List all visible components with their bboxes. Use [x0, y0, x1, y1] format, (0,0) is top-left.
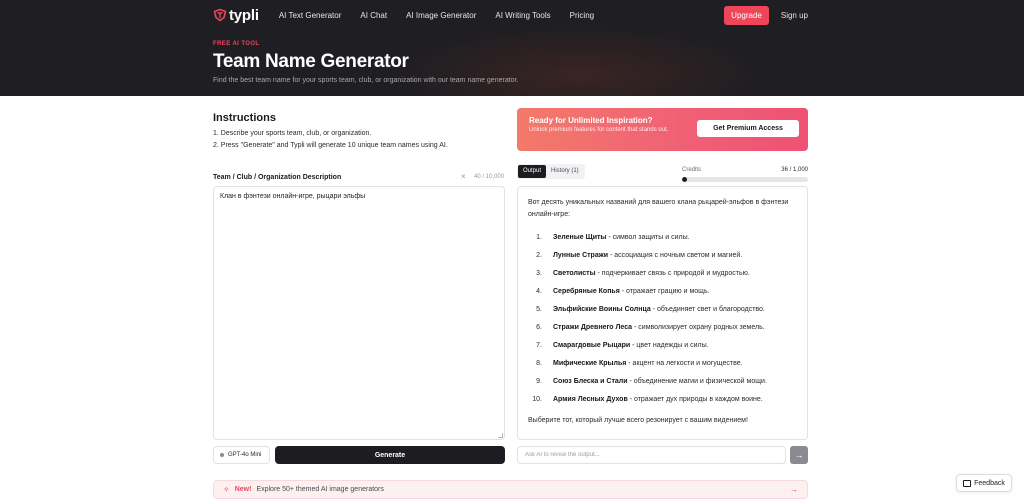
- nav-link-ai-writing-tools[interactable]: AI Writing Tools: [495, 11, 550, 20]
- credits-progress-fill: [682, 177, 687, 182]
- banner-new-badge: New!: [234, 486, 252, 493]
- banner-text: Explore 50+ themed AI image generators: [256, 486, 384, 493]
- nav-link-ai-chat[interactable]: AI Chat: [360, 11, 387, 20]
- team-name-description: - отражает дух природы в каждом воине.: [627, 396, 763, 403]
- instruction-step: 1. Describe your sports team, club, or o…: [213, 130, 372, 137]
- list-item-number: 5.: [536, 306, 542, 313]
- list-item: 8. Мифические Крылья - акцент на легкости…: [528, 355, 797, 373]
- team-name-list: 1. Зеленые Щиты - символ защиты и силы. 2.…: [528, 229, 797, 409]
- team-name-description: - подчеркивает связь с природой и мудрос…: [595, 270, 750, 277]
- instructions-list: 1. Describe your sports team, club, or o…: [213, 128, 448, 152]
- team-name-description: - цвет надежды и силы.: [630, 342, 709, 349]
- list-item: 10. Армия Лесных Духов - отражает дух при…: [528, 391, 797, 409]
- list-item-number: 1.: [536, 234, 542, 241]
- team-name: Смарагдовые Рыцари: [553, 342, 631, 349]
- team-name: Стражи Древнего Леса: [553, 324, 633, 331]
- list-item-number: 6.: [536, 324, 542, 331]
- output-intro: Вот десять уникальных названий для вашег…: [528, 199, 789, 218]
- list-item-number: 10.: [532, 396, 542, 403]
- premium-promo-card: Ready for Unlimited Inspiration? Unlock …: [517, 108, 808, 151]
- hero-eyebrow: FREE AI TOOL: [213, 41, 260, 47]
- list-item-number: 8.: [536, 360, 542, 367]
- instructions-title: Instructions: [213, 112, 276, 124]
- list-item: 1. Зеленые Щиты - символ защиты и силы.: [528, 229, 797, 247]
- team-name-description: - объединяет свет и благородство.: [650, 306, 765, 313]
- promo-title: Ready for Unlimited Inspiration?: [529, 116, 653, 125]
- nav-link-ai-text-generator[interactable]: AI Text Generator: [279, 11, 342, 20]
- model-selector[interactable]: GPT-4o Mini: [213, 446, 270, 464]
- model-status-icon: [220, 453, 224, 457]
- signup-link[interactable]: Sign up: [781, 11, 808, 20]
- upgrade-button[interactable]: Upgrade: [724, 5, 769, 25]
- list-item-number: 7.: [536, 342, 542, 349]
- revise-send-button[interactable]: →: [790, 446, 808, 464]
- team-name-description: - ассоциация с ночным светом и магией.: [608, 252, 743, 259]
- list-item-number: 9.: [536, 378, 542, 385]
- instruction-step: 2. Press "Generate" and Typli will gener…: [213, 142, 448, 149]
- tab-history[interactable]: History (1): [546, 165, 584, 178]
- page-title: Team Name Generator: [213, 51, 409, 72]
- team-name-description: - отражает грацию и мощь.: [619, 288, 710, 295]
- resize-handle-icon[interactable]: [498, 433, 503, 438]
- team-name: Армия Лесных Духов: [553, 396, 628, 403]
- tab-output[interactable]: Output: [518, 165, 547, 178]
- list-item-number: 4.: [536, 288, 542, 295]
- nav-link-pricing[interactable]: Pricing: [570, 11, 594, 20]
- team-name: Союз Блеска и Стали: [553, 378, 628, 385]
- team-name: Зеленые Щиты: [553, 234, 607, 241]
- logo[interactable]: typli: [213, 7, 259, 24]
- list-item-number: 3.: [536, 270, 542, 277]
- team-name-description: - объединение магии и физической мощи.: [627, 378, 767, 385]
- character-counter: 40 / 10,000: [474, 174, 505, 180]
- arrow-right-icon: →: [794, 450, 804, 460]
- revise-input[interactable]: [517, 446, 786, 464]
- team-name-description: - акцент на легкости и могуществе.: [626, 360, 743, 367]
- credits-value: 36 / 1,000: [781, 167, 808, 173]
- typli-logo-icon: [213, 8, 227, 22]
- hero-section: typli AI Text Generator AI Chat AI Image…: [0, 0, 1024, 96]
- list-item-number: 2.: [536, 252, 542, 259]
- output-outro: Выберите тот, который лучше всего резони…: [528, 417, 748, 424]
- logo-text: typli: [229, 6, 259, 24]
- list-item: 4. Серебряные Копья - отражает грацию и м…: [528, 283, 797, 301]
- credits-label: Credits: [682, 167, 702, 173]
- message-icon: [963, 479, 972, 487]
- list-item: 3. Светолисты - подчеркивает связь с прир…: [528, 265, 797, 283]
- themed-generators-banner[interactable]: ✧ New! Explore 50+ themed AI image gener…: [213, 480, 808, 499]
- team-name: Лунные Стражи: [553, 252, 608, 259]
- list-item: 2. Лунные Стражи - ассоциация с ночным св…: [528, 247, 797, 265]
- nav-link-ai-image-generator[interactable]: AI Image Generator: [406, 11, 476, 20]
- clear-input-icon[interactable]: ×: [461, 172, 466, 181]
- list-item: 5. Эльфийские Воины Солнца - объединяет с…: [528, 301, 797, 319]
- list-item: 6. Стражи Древнего Леса - символизирует о…: [528, 319, 797, 337]
- credits-progress-bar: [682, 177, 808, 182]
- feedback-label: Feedback: [974, 479, 1005, 487]
- nav-links: AI Text Generator AI Chat AI Image Gener…: [279, 11, 613, 20]
- list-item: 9. Союз Блеска и Стали - объединение маги…: [528, 373, 797, 391]
- feedback-button[interactable]: Feedback: [956, 474, 1012, 492]
- arrow-right-icon: →: [790, 485, 798, 494]
- output-panel: Вот десять уникальных названий для вашег…: [517, 186, 808, 440]
- generate-button[interactable]: Generate: [275, 446, 505, 464]
- page-subtitle: Find the best team name for your sports …: [213, 77, 519, 84]
- team-name: Серебряные Копья: [553, 288, 620, 295]
- output-tabs: Output History (1): [517, 164, 585, 179]
- nav-actions: Upgrade Sign up: [724, 5, 808, 25]
- team-name-description: - символизирует охрану родных земель.: [632, 324, 765, 331]
- team-name: Мифические Крылья: [553, 360, 627, 367]
- promo-subtitle: Unlock premium features for content that…: [529, 127, 669, 133]
- model-label: GPT-4o Mini: [228, 452, 262, 458]
- sparkle-icon: ✧: [223, 485, 230, 494]
- top-nav: typli AI Text Generator AI Chat AI Image…: [213, 5, 808, 25]
- list-item: 7. Смарагдовые Рыцари - цвет надежды и си…: [528, 337, 797, 355]
- get-premium-button[interactable]: Get Premium Access: [697, 120, 799, 137]
- description-label: Team / Club / Organization Description: [213, 174, 342, 181]
- team-name: Светолисты: [553, 270, 596, 277]
- team-name: Эльфийские Воины Солнца: [553, 306, 651, 313]
- team-name-description: - символ защиты и силы.: [606, 234, 690, 241]
- description-textarea[interactable]: [213, 186, 505, 440]
